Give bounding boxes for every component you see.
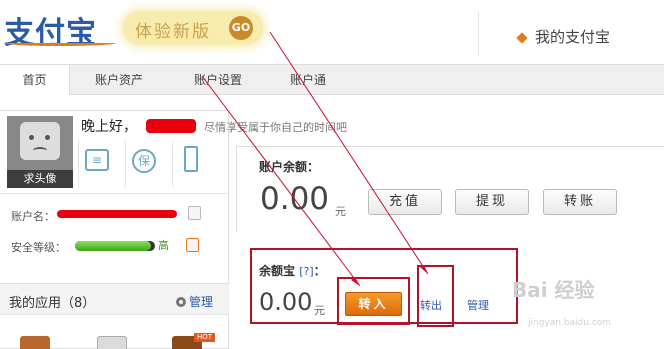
divider: [0, 193, 229, 194]
security-level-bar: [75, 241, 155, 251]
transfer-button[interactable]: 转账: [543, 189, 617, 215]
tab-account-assets[interactable]: 账户资产: [84, 65, 154, 95]
security-level-value: 高: [158, 239, 169, 252]
tab-home[interactable]: 首页: [0, 65, 70, 95]
transfer-out-link[interactable]: 转出: [420, 297, 442, 313]
apps-manage-label: 管理: [189, 295, 214, 309]
my-apps-title: 我的应用（8）: [9, 296, 96, 311]
try-new-version-label: 体验新版: [135, 22, 211, 42]
yuebao-colon: ：: [313, 264, 326, 278]
app-icon[interactable]: [20, 336, 50, 349]
avatar-caption: 求头像: [7, 170, 73, 188]
insurance-icon: 保: [132, 149, 156, 173]
security-level-fill: [75, 241, 151, 251]
profile-tools: ≡ 保: [78, 141, 228, 187]
yuebao-label: 余额宝 [?]：: [259, 262, 326, 279]
profile-panel: 求头像 ≡ 保 账户名： 安全等级： 高 我的应用（8） 管理: [0, 110, 229, 349]
yuebao-help-link[interactable]: [?]: [299, 265, 313, 278]
app-icon[interactable]: [97, 336, 127, 349]
balance-unit: 元: [335, 205, 346, 218]
watermark-url: jingyan.baidu.com: [528, 318, 612, 328]
logo-swoosh: [4, 40, 116, 46]
mobile-phone-icon: [184, 146, 198, 172]
apps-manage-link[interactable]: 管理: [176, 293, 213, 310]
transfer-out-highlight: [417, 265, 454, 327]
account-security-icon[interactable]: [188, 206, 201, 220]
hot-badge: HOT: [194, 333, 216, 342]
id-card-icon: ≡: [85, 149, 109, 171]
alipay-logo[interactable]: 支付宝: [4, 8, 116, 52]
tab-account-pass[interactable]: 账户通: [278, 65, 338, 95]
avatar[interactable]: 求头像: [7, 116, 73, 188]
yuebao-amount: 0.00: [259, 288, 313, 316]
yuebao-unit: 元: [314, 304, 325, 317]
robot-face-icon: [20, 122, 60, 160]
security-level-label: 安全等级：: [11, 241, 66, 254]
tab-account-settings[interactable]: 账户设置: [183, 65, 253, 95]
balance-label: 账户余额：: [259, 160, 320, 174]
header: 支付宝 体验新版 GO 我的支付宝: [0, 0, 664, 64]
main-nav: 首页 账户资产 账户设置 账户通: [0, 64, 664, 95]
security-settings-icon[interactable]: [186, 238, 199, 252]
insurance-button[interactable]: 保: [125, 141, 162, 187]
redacted-account-name: [57, 210, 177, 218]
withdraw-button[interactable]: 提现: [455, 189, 529, 215]
balance-amount: 0.00: [260, 181, 330, 217]
yuebao-title: 余额宝: [259, 264, 296, 278]
recharge-button[interactable]: 充值: [368, 189, 442, 215]
account-name-label: 账户名：: [11, 210, 55, 223]
my-apps-header: 我的应用（8） 管理: [0, 283, 229, 315]
yuebao-manage-link[interactable]: 管理: [467, 297, 489, 313]
go-icon: GO: [229, 16, 253, 40]
header-divider: [478, 12, 479, 56]
my-alipay-label: 我的支付宝: [535, 28, 611, 46]
page: 支付宝 体验新版 GO 我的支付宝 首页 账户资产 账户设置 账户通 晚上好， …: [0, 0, 664, 349]
mobile-button[interactable]: [172, 141, 209, 187]
try-new-version-button[interactable]: 体验新版 GO: [123, 11, 263, 45]
diamond-icon: [516, 31, 528, 44]
my-alipay-link[interactable]: 我的支付宝: [516, 26, 611, 47]
transfer-in-button[interactable]: 转入: [345, 292, 402, 316]
gear-icon: [176, 297, 186, 307]
id-card-button[interactable]: ≡: [78, 141, 115, 187]
baidu-watermark: Bai 经验: [512, 278, 595, 302]
